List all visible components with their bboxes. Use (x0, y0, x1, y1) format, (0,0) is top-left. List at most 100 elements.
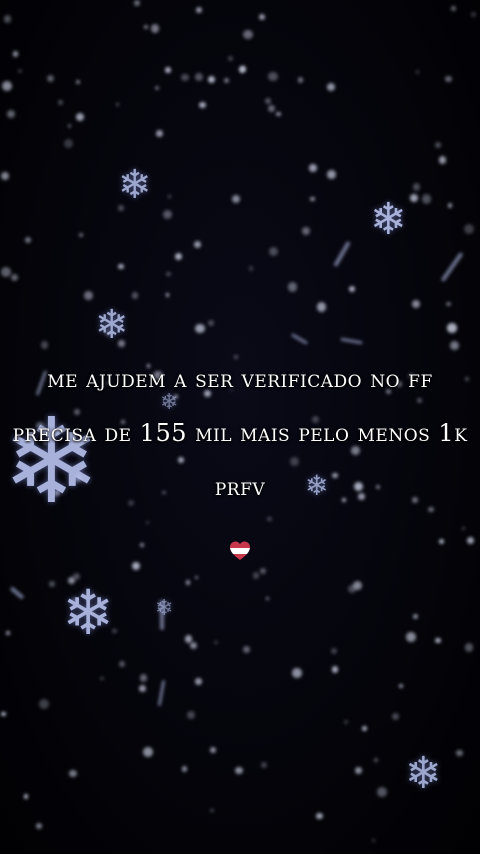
snow-dot (421, 193, 432, 204)
snow-dot (309, 164, 317, 172)
caption-text: me ajudem a ser verificado no ff precisa… (0, 352, 480, 514)
snow-dot (297, 77, 303, 83)
snow-dot (266, 516, 272, 522)
snow-dot (371, 838, 375, 842)
snow-dot (461, 526, 465, 530)
snow-dot (434, 141, 441, 148)
snow-dot (131, 291, 139, 299)
snowflake-icon: ❄ (95, 302, 129, 348)
snow-dot (24, 236, 32, 243)
snow-dot (266, 597, 270, 601)
snow-dot (143, 24, 148, 30)
snow-dot (46, 74, 55, 82)
snow-dot (259, 14, 266, 21)
snow-dot (348, 285, 355, 292)
snow-dot (2, 81, 13, 91)
snow-dot (208, 75, 216, 83)
snow-dot (181, 73, 189, 81)
snow-dot (240, 66, 247, 72)
snow-dot (84, 291, 93, 300)
snow-dot (264, 97, 272, 105)
snow-dot (139, 674, 148, 682)
snow-dot (189, 642, 197, 650)
snow-dot (11, 273, 19, 281)
snow-dot (165, 67, 171, 73)
snow-dot (6, 631, 10, 636)
snow-dot (0, 267, 11, 277)
snow-dot (193, 240, 202, 248)
snow-dot (276, 111, 282, 117)
snow-dot (235, 766, 244, 775)
snowflake-icon: ❄ (405, 748, 442, 799)
snow-dot (330, 647, 337, 654)
snow-streak (440, 251, 464, 283)
snow-dot (361, 726, 367, 732)
snow-dot (133, 0, 140, 6)
snow-dot (140, 542, 145, 547)
snow-dot (187, 711, 195, 719)
snow-dot (376, 787, 387, 797)
snow-dot (67, 124, 72, 128)
snow-dot (412, 183, 421, 191)
snow-dot (292, 668, 302, 678)
snow-streak (340, 337, 363, 345)
snow-dot (412, 613, 419, 620)
snow-dot (232, 194, 241, 203)
snow-dot (343, 720, 348, 724)
snow-dot (316, 812, 323, 819)
snow-dot (451, 5, 457, 11)
snow-dot (195, 678, 202, 685)
snow-dot (445, 301, 451, 307)
snow-dot (64, 139, 74, 148)
snow-dot (118, 660, 125, 668)
snow-dot (439, 539, 444, 544)
snowflake-icon: ❄ (62, 576, 114, 649)
snow-dot (209, 746, 217, 754)
story-canvas: ❄ ❄ ❄ ❄ ❄ ❄ ❄ ❄ ❄ me ajudem a ser verificado no … (0, 0, 480, 854)
snow-dot (155, 129, 163, 137)
snow-dot (374, 758, 379, 763)
snow-dot (198, 101, 206, 109)
snow-dot (185, 580, 191, 585)
snow-dot (1, 711, 6, 717)
snow-dot (331, 666, 339, 673)
snow-dot (223, 78, 229, 84)
snow-dot (166, 293, 170, 297)
snow-dot (268, 246, 278, 256)
snow-dot (182, 766, 188, 772)
snow-dot (139, 685, 147, 693)
snow-dot (268, 71, 278, 82)
snow-dot (447, 203, 453, 208)
snow-dot (347, 584, 356, 594)
snow-dot (154, 86, 159, 91)
snow-dot (267, 104, 275, 112)
snow-dot (151, 24, 160, 33)
snow-dot (456, 749, 463, 756)
snow-dot (445, 75, 452, 83)
snow-dot (464, 643, 474, 653)
snow-dot (79, 233, 84, 238)
snow-dot (75, 113, 84, 122)
snow-dot (252, 572, 260, 579)
snow-streak (290, 333, 309, 345)
snow-dot (194, 576, 198, 580)
snow-dot (117, 263, 124, 270)
snow-dot (464, 223, 475, 234)
snow-dot (1, 172, 10, 180)
snow-dot (17, 69, 22, 74)
snow-dot (447, 323, 457, 333)
snow-dot (398, 683, 403, 688)
snow-dot (58, 99, 64, 105)
snow-dot (23, 794, 28, 799)
snow-dot (115, 103, 119, 107)
snow-dot (243, 645, 251, 653)
snow-dot (411, 300, 420, 309)
snow-dot (195, 7, 203, 14)
caption-line: me ajudem a ser verificado no ff (47, 365, 433, 393)
caption-line: prfv (214, 473, 266, 501)
snowflake-icon: ❄ (370, 194, 407, 245)
snow-dot (259, 568, 266, 575)
snow-dot (214, 640, 218, 645)
snow-dot (301, 226, 310, 235)
snow-dot (227, 56, 233, 61)
